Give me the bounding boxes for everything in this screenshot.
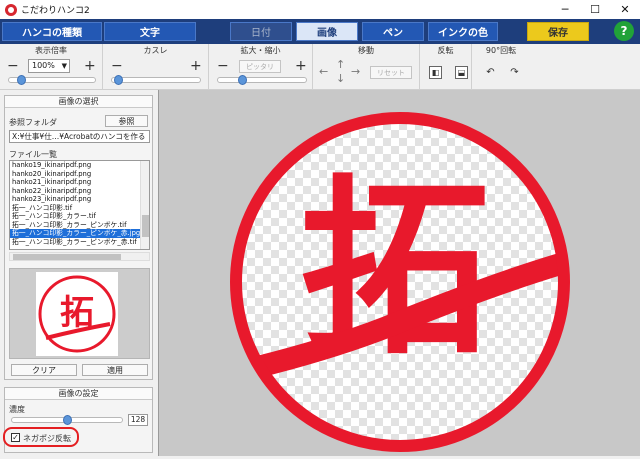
scale-plus-button[interactable]: + [295,59,307,73]
stamp-preview-svg: 拓 [230,112,570,452]
browse-button[interactable]: 参照 [105,115,148,127]
blur-minus-button[interactable]: − [111,59,123,73]
blur-plus-button[interactable]: + [190,59,202,73]
file-list[interactable]: hanko19_ikinaripdf.png hanko20_ikinaripdf… [9,160,150,250]
file-list-scrollbar[interactable] [140,161,149,249]
rotate-left-icon[interactable]: ↶ [484,66,497,79]
apply-button[interactable]: 適用 [82,364,148,376]
scale-group: 拡大・縮小 − ピッタリ + [209,44,313,90]
move-label: 移動 [358,46,374,55]
file-list-item[interactable]: hanko20_ikinaripdf.png [10,170,149,179]
help-button[interactable]: ? [614,21,634,41]
negapoji-checkbox[interactable]: ✓ [11,433,20,442]
image-select-section: 画像の選択 参照フォルダ 参照 X:¥仕事¥仕…¥Acrobatのハンコを作る … [4,95,153,380]
folder-label: 参照フォルダ [9,118,57,127]
zoom-minus-button[interactable]: − [7,59,19,73]
move-down-button[interactable]: ↓ [336,72,345,85]
fit-button[interactable]: ピッタリ [239,60,281,73]
hanko-type-button[interactable]: ハンコの種類 [2,22,102,41]
zoom-group: 表示倍率 − 100% ▼ + [0,44,103,90]
minimize-button[interactable]: ─ [550,0,580,19]
move-up-button[interactable]: ↑ [336,58,345,71]
density-slider[interactable] [11,415,123,425]
density-label: 濃度 [9,405,25,414]
blur-slider[interactable] [111,75,201,85]
file-list-item[interactable]: 拓一_ハンコ印影_カラー_ピンボケ_赤.tif [10,238,149,247]
file-list-item[interactable]: hanko19_ikinaripdf.png [10,161,149,170]
file-list-item[interactable]: hanko22_ikinaripdf.png [10,187,149,196]
ink-color-button[interactable]: インクの色 [428,22,498,41]
flip-group: 反転 ◧ ⬓ [420,44,472,90]
image-button[interactable]: 画像 [296,22,358,41]
file-list-item[interactable]: 拓一_ハンコ印影.tif [10,204,149,213]
maximize-button[interactable]: ☐ [580,0,610,19]
blur-label: カスレ [143,46,168,55]
scrollbar-thumb[interactable] [142,215,149,237]
title-bar: こだわりハンコ2 ─ ☐ ✕ [0,0,640,19]
negapoji-label: ネガポジ反転 [23,434,71,443]
blur-slider-thumb[interactable] [114,75,123,85]
date-button[interactable]: 日付 [230,22,292,41]
flip-label: 反転 [437,46,454,55]
rotate-label: 90°回転 [485,46,517,55]
file-list-item[interactable]: 拓一_ハンコ印影_カラー_ピンボケ.tif [10,221,149,230]
zoom-plus-button[interactable]: + [84,59,96,73]
file-list-item[interactable]: hanko21_ikinaripdf.png [10,178,149,187]
close-button[interactable]: ✕ [610,0,640,19]
file-list-hscrollbar[interactable] [9,252,150,261]
density-slider-thumb[interactable] [63,415,72,425]
zoom-slider-thumb[interactable] [17,75,26,85]
scale-label: 拡大・縮小 [240,46,281,55]
file-list-item[interactable]: 拓一_ハンコ印影_カラー_ピンボケ_赤.jpg [10,229,149,238]
options-bar: 表示倍率 − 100% ▼ + カスレ − + 拡大・縮小 − ピッタリ + 移動… [0,44,640,90]
file-list-label: ファイル一覧 [9,150,57,159]
zoom-label: 表示倍率 [35,46,67,55]
text-button[interactable]: 文字 [104,22,196,41]
flip-horizontal-icon[interactable]: ◧ [429,66,442,79]
folder-path-field[interactable]: X:¥仕事¥仕…¥Acrobatのハンコを作る [9,130,150,143]
scale-slider-thumb[interactable] [238,75,247,85]
zoom-select[interactable]: 100% ▼ [28,59,70,73]
move-group: 移動 ← ↑ ↓ → リセット [313,44,420,90]
image-settings-title: 画像の設定 [5,388,152,400]
pen-button[interactable]: ペン [362,22,424,41]
image-select-title: 画像の選択 [5,96,152,108]
main-toolbar: ハンコの種類 文字 日付 画像 ペン インクの色 保存 ? [0,19,640,44]
window-title: こだわりハンコ2 [21,6,90,16]
save-button[interactable]: 保存 [527,22,589,41]
preview-stamp: 拓 [38,275,116,353]
image-settings-section: 画像の設定 濃度 128 ✓ ネガポジ反転 [3,387,153,453]
clear-button[interactable]: クリア [11,364,77,376]
file-list-item[interactable]: 拓一_ハンコ印影_カラー.tif [10,212,149,221]
chevron-down-icon: ▼ [61,62,67,70]
file-list-item[interactable]: hanko23_ikinaripdf.png [10,195,149,204]
density-value[interactable]: 128 [128,414,148,426]
move-right-button[interactable]: → [351,65,360,78]
image-preview: 拓 [9,268,150,359]
move-left-button[interactable]: ← [319,65,328,78]
reset-button[interactable]: リセット [370,66,412,79]
zoom-slider[interactable] [8,75,96,85]
stamp-canvas[interactable]: 拓 [158,90,640,456]
app-logo-icon [5,3,17,16]
flip-vertical-icon[interactable]: ⬓ [455,66,468,79]
scale-slider[interactable] [217,75,307,85]
blur-group: カスレ − + [103,44,209,90]
scale-minus-button[interactable]: − [217,59,229,73]
rotate-right-icon[interactable]: ↷ [508,66,521,79]
hscrollbar-thumb[interactable] [13,254,121,260]
rotate-group: 90°回転 ↶ ↷ [472,44,530,90]
left-panel: 画像の選択 参照フォルダ 参照 X:¥仕事¥仕…¥Acrobatのハンコを作る … [0,90,158,456]
